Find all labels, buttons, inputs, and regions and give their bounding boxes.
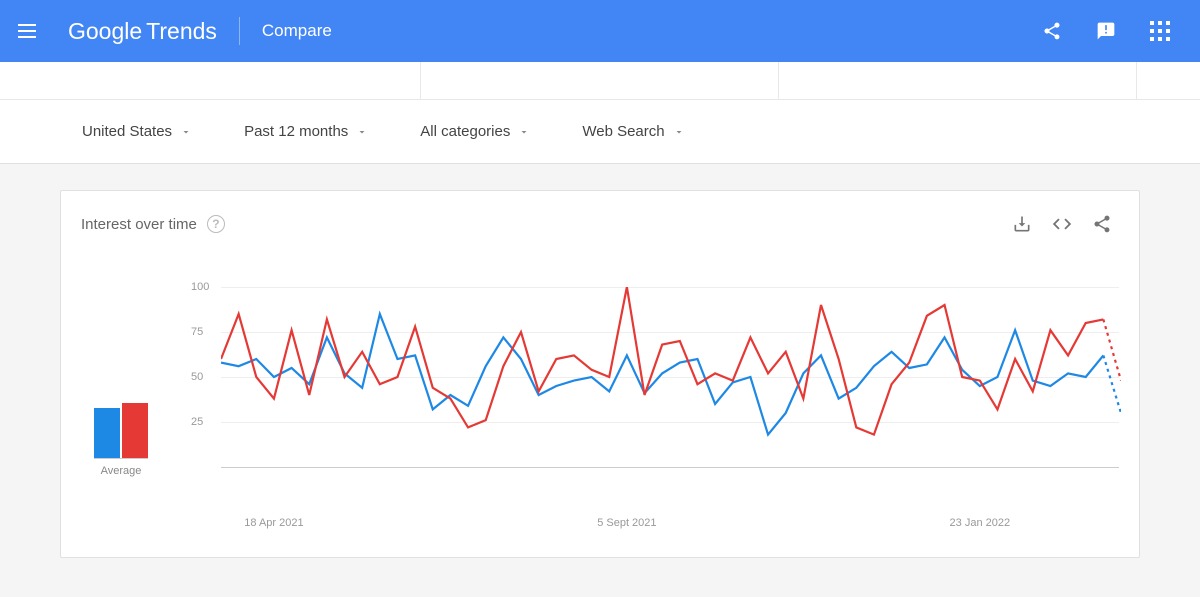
avg-bar-a (94, 408, 120, 458)
compare-terms-bar (0, 62, 1200, 100)
category-value: All categories (420, 123, 510, 140)
range-value: Past 12 months (244, 123, 348, 140)
average-label: Average (101, 465, 142, 477)
share-icon[interactable] (1030, 9, 1074, 53)
y-tick-label: 100 (191, 281, 209, 293)
line-chart: 25507510018 Apr 20215 Sept 202123 Jan 20… (191, 287, 1119, 507)
app-header: Google Trends Compare (0, 0, 1200, 62)
x-tick-label: 5 Sept 2021 (597, 517, 656, 529)
average-bars (94, 359, 148, 459)
help-icon[interactable]: ? (207, 215, 225, 233)
chart-area: Average 25 50 75 100 18 Apr 2021 5 Sept 2021 2… (61, 257, 1139, 557)
header-divider (239, 17, 240, 45)
y-tick-label: 50 (191, 371, 203, 383)
x-tick-label: 18 Apr 2021 (244, 517, 303, 529)
interest-over-time-card: Interest over time ? Average 25 50 75 100 18… (60, 190, 1140, 558)
avg-bar-b (122, 403, 148, 458)
menu-icon[interactable] (18, 19, 42, 43)
filter-bar: United States Past 12 months All categor… (0, 100, 1200, 164)
compare-term-1[interactable] (63, 62, 421, 99)
region-filter[interactable]: United States (82, 123, 192, 140)
logo-main: Google (68, 18, 142, 45)
y-tick-label: 75 (191, 326, 203, 338)
download-icon[interactable] (1005, 207, 1039, 241)
embed-icon[interactable] (1045, 207, 1079, 241)
logo-sub: Trends (146, 18, 217, 45)
compare-term-3[interactable] (779, 62, 1137, 99)
search-type-value: Web Search (582, 123, 664, 140)
card-title: Interest over time (81, 216, 197, 233)
x-tick-label: 23 Jan 2022 (950, 517, 1011, 529)
chevron-down-icon (673, 126, 685, 138)
y-tick-label: 25 (191, 416, 203, 428)
apps-icon[interactable] (1138, 9, 1182, 53)
range-filter[interactable]: Past 12 months (244, 123, 368, 140)
average-column: Average (81, 359, 161, 507)
region-value: United States (82, 123, 172, 140)
search-type-filter[interactable]: Web Search (582, 123, 684, 140)
google-trends-logo[interactable]: Google Trends (68, 18, 217, 45)
feedback-icon[interactable] (1084, 9, 1128, 53)
card-header: Interest over time ? (61, 191, 1139, 257)
chevron-down-icon (356, 126, 368, 138)
compare-term-2[interactable] (421, 62, 779, 99)
category-filter[interactable]: All categories (420, 123, 530, 140)
share-card-icon[interactable] (1085, 207, 1119, 241)
chevron-down-icon (180, 126, 192, 138)
chevron-down-icon (518, 126, 530, 138)
compare-label[interactable]: Compare (262, 21, 332, 41)
